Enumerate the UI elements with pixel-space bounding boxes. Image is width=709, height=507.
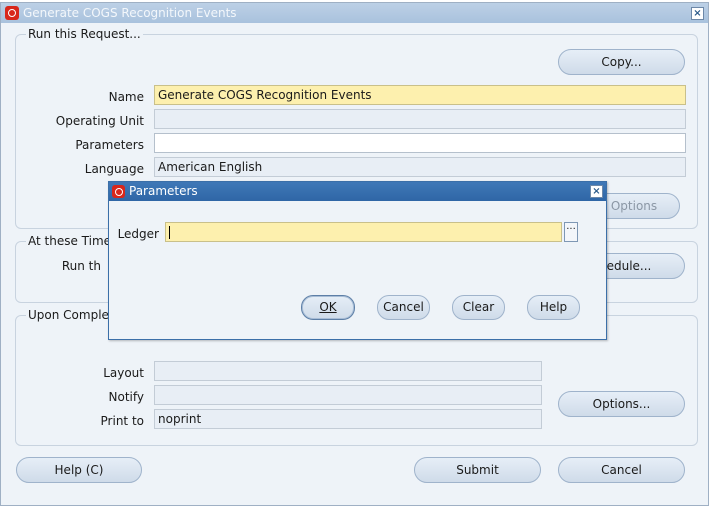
notify-field[interactable]: [154, 385, 542, 405]
parameters-dialog: Parameters × Ledger ··· OK Cancel Clear …: [108, 181, 607, 340]
dialog-help-button[interactable]: Help: [527, 295, 580, 320]
upon-completion-group-label: Upon Complet: [26, 308, 116, 322]
submit-button[interactable]: Submit: [414, 457, 541, 483]
run-the-job-label: Run th: [61, 259, 101, 273]
dialog-title: Parameters: [129, 184, 198, 198]
copy-button[interactable]: Copy...: [558, 49, 685, 75]
operating-unit-field[interactable]: [154, 109, 686, 129]
completion-options-button[interactable]: Options...: [558, 391, 685, 417]
name-label: Name: [108, 90, 144, 104]
oracle-logo-icon: [112, 185, 125, 198]
print-to-field[interactable]: noprint: [154, 409, 542, 429]
operating-unit-label: Operating Unit: [55, 114, 144, 128]
cancel-button[interactable]: Cancel: [558, 457, 685, 483]
clear-button[interactable]: Clear: [452, 295, 505, 320]
close-icon[interactable]: ×: [691, 7, 704, 20]
text-cursor: [169, 226, 170, 239]
language-field[interactable]: American English: [154, 157, 686, 177]
at-these-times-group-label: At these Time: [26, 234, 114, 248]
ledger-label: Ledger: [117, 227, 159, 241]
list-of-values-icon[interactable]: ···: [564, 222, 578, 242]
help-button[interactable]: Help (C): [16, 457, 142, 483]
window-titlebar: Generate COGS Recognition Events ×: [1, 3, 708, 23]
layout-label: Layout: [103, 366, 144, 380]
print-to-label: Print to: [100, 414, 144, 428]
parameters-label: Parameters: [75, 138, 144, 152]
dialog-titlebar: Parameters ×: [109, 182, 606, 201]
window-title: Generate COGS Recognition Events: [23, 6, 237, 20]
run-request-group-label: Run this Request...: [26, 27, 143, 41]
language-label: Language: [84, 162, 144, 176]
name-field[interactable]: Generate COGS Recognition Events: [154, 85, 686, 105]
ledger-field[interactable]: [165, 222, 562, 242]
oracle-logo-icon: [5, 6, 19, 20]
dialog-cancel-button[interactable]: Cancel: [377, 295, 430, 320]
close-icon[interactable]: ×: [590, 185, 603, 198]
layout-field[interactable]: [154, 361, 542, 381]
ok-button[interactable]: OK: [301, 295, 355, 320]
ok-button-label: OK: [319, 300, 337, 314]
parameters-field[interactable]: [154, 133, 686, 153]
notify-label: Notify: [108, 390, 144, 404]
